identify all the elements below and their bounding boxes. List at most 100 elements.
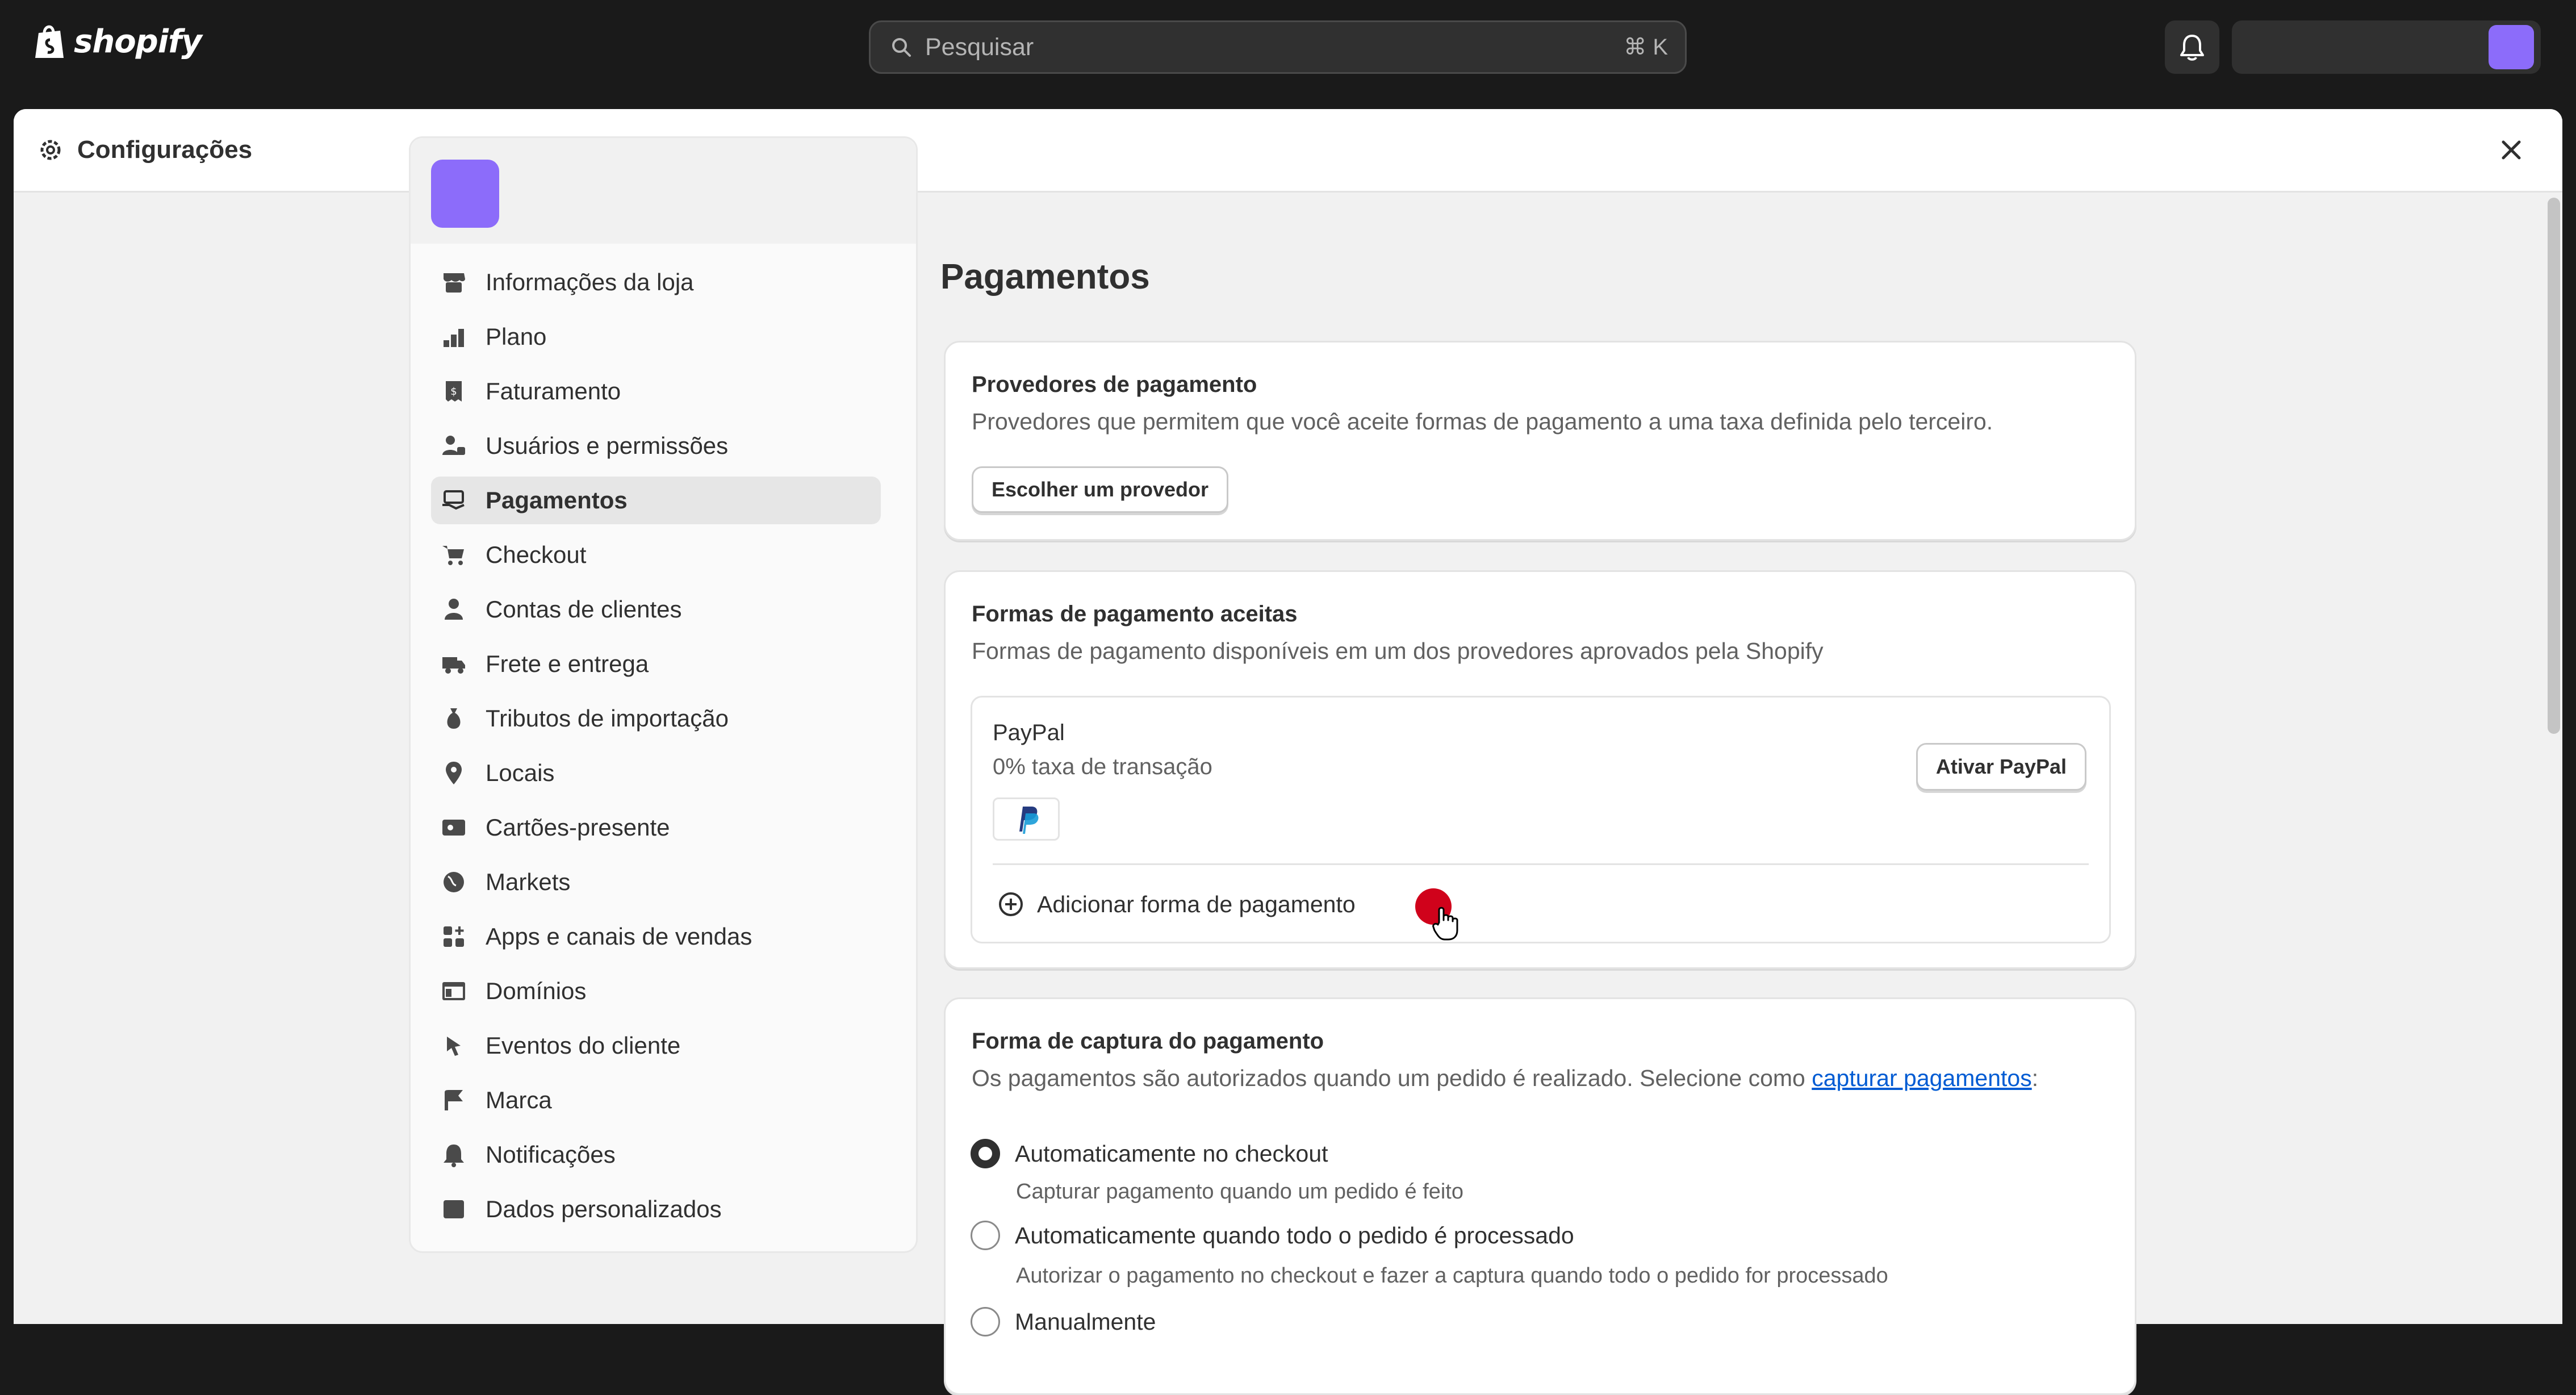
search-shortcut: ⌘ K [1624,35,1668,60]
add-payment-method-link[interactable]: Adicionar forma de pagamento [997,891,1356,918]
gift-card-icon [440,814,467,841]
sidebar-item-plan[interactable]: Plano [431,313,881,361]
sidebar-item-label: Eventos do cliente [486,1032,681,1059]
apps-icon [440,923,467,950]
sidebar-item-apps[interactable]: Apps e canais de vendas [431,913,881,960]
sidebar-item-locations[interactable]: Locais [431,749,881,797]
add-payment-method-label: Adicionar forma de pagamento [1037,891,1356,917]
sidebar-item-label: Locais [486,759,555,786]
sidebar-item-label: Markets [486,868,571,895]
bell-icon [440,1141,467,1168]
search-bar[interactable]: Pesquisar ⌘ K [869,20,1687,74]
radio-label: Automaticamente no checkout [1015,1140,1328,1167]
card-subtitle: Provedores que permitem que você aceite … [972,408,1993,435]
card-subtitle: Formas de pagamento disponíveis em um do… [972,638,1824,664]
choose-provider-button[interactable]: Escolher um provedor [972,466,1228,513]
hand-pointer-icon [1432,907,1458,941]
divider [993,863,2089,865]
users-icon [440,432,467,460]
svg-text:$: $ [450,386,457,398]
sidebar-item-label: Plano [486,323,547,350]
shopify-logo[interactable]: shopify [33,23,202,60]
search-placeholder: Pesquisar [925,33,1034,61]
sidebar-item-store-info[interactable]: Informações da loja [431,258,881,306]
page-title: Pagamentos [940,257,1150,296]
paypal-fee: 0% taxa de transação [993,754,1212,779]
cart-icon [440,541,467,569]
sidebar-item-label: Domínios [486,978,587,1004]
accepted-methods-card: Formas de pagamento aceitas Formas de pa… [944,570,2136,969]
logo-text: shopify [74,23,202,60]
sidebar-item-label: Checkout [486,541,587,568]
notifications-button[interactable] [2165,20,2219,74]
sidebar-item-label: Notificações [486,1141,616,1168]
store-avatar[interactable] [431,160,499,228]
sidebar-item-billing[interactable]: $ Faturamento [431,367,881,415]
sidebar-item-customer-accounts[interactable]: Contas de clientes [431,586,881,633]
card-title: Formas de pagamento aceitas [972,602,1298,627]
sidebar-item-label: Informações da loja [486,269,694,295]
card-title: Provedores de pagamento [972,372,1257,397]
settings-sidebar: Informações da loja Plano $ Faturamento … [409,136,918,1253]
close-icon[interactable] [2495,134,2527,166]
person-icon [440,596,467,623]
paypal-method-box: PayPal 0% taxa de transação Ativar PayPa… [971,696,2111,943]
cursor-events-icon [440,1032,467,1059]
sidebar-item-payments[interactable]: Pagamentos [431,477,881,524]
sidebar-item-checkout[interactable]: Checkout [431,531,881,579]
capture-option-auto-fulfilled[interactable]: Automaticamente quando todo o pedido é p… [971,1221,1574,1250]
payment-capture-card: Forma de captura do pagamento Os pagamen… [944,997,2136,1395]
capture-subtitle-suffix: : [2031,1065,2039,1091]
payments-icon [440,487,467,514]
radio-help-text: Capturar pagamento quando um pedido é fe… [1016,1180,1463,1204]
capture-payments-link[interactable]: capturar pagamentos [1812,1065,2031,1091]
sidebar-item-label: Dados personalizados [486,1196,722,1222]
domains-icon [440,978,467,1005]
sidebar-item-label: Marca [486,1087,552,1113]
sidebar-item-duties[interactable]: Tributos de importação [431,695,881,742]
radio-button[interactable] [971,1139,1000,1168]
top-bar: shopify Pesquisar ⌘ K [0,0,2576,95]
plan-icon [440,323,467,350]
store-icon [440,269,467,296]
radio-help-text: Autorizar o pagamento no checkout e faze… [1016,1264,1888,1288]
radio-label: Automaticamente quando todo o pedido é p… [1015,1222,1574,1248]
sidebar-item-brand[interactable]: Marca [431,1076,881,1124]
data-icon [440,1196,467,1223]
sidebar-item-custom-data[interactable]: Dados personalizados [431,1185,881,1233]
sidebar-item-label: Frete e entrega [486,650,649,677]
sidebar-item-domains[interactable]: Domínios [431,967,881,1015]
radio-button[interactable] [971,1221,1000,1250]
gear-icon [40,140,61,160]
sidebar-item-label: Usuários e permissões [486,432,729,459]
sidebar-item-markets[interactable]: Markets [431,858,881,906]
sidebar-item-shipping[interactable]: Frete e entrega [431,640,881,688]
scrollbar[interactable] [2548,198,2560,734]
radio-button[interactable] [971,1307,1000,1336]
brand-icon [440,1087,467,1114]
radio-label: Manualmente [1015,1308,1156,1335]
sidebar-item-label: Contas de clientes [486,596,682,623]
duties-icon [440,705,467,732]
search-icon [892,38,911,57]
modal-title: Configurações [77,136,253,164]
store-menu-button[interactable] [2232,20,2541,74]
card-title: Forma de captura do pagamento [972,1029,1324,1054]
sidebar-item-gift-cards[interactable]: Cartões-presente [431,804,881,851]
location-icon [440,759,467,787]
sidebar-item-customer-events[interactable]: Eventos do cliente [431,1022,881,1070]
card-subtitle: Os pagamentos são autorizados quando um … [972,1065,2038,1092]
paypal-name: PayPal [993,720,1065,745]
settings-nav: Informações da loja Plano $ Faturamento … [431,258,881,1240]
sidebar-item-users[interactable]: Usuários e permissões [431,422,881,470]
activate-paypal-button[interactable]: Ativar PayPal [1916,743,2086,791]
shopify-bag-icon [35,25,64,58]
capture-option-manual[interactable]: Manualmente [971,1307,1156,1336]
capture-subtitle-prefix: Os pagamentos são autorizados quando um … [972,1065,1812,1091]
modal-header: Configurações [14,109,2562,193]
globe-icon [440,868,467,896]
payment-providers-card: Provedores de pagamento Provedores que p… [944,341,2136,541]
capture-option-auto-checkout[interactable]: Automaticamente no checkout [971,1139,1328,1168]
sidebar-item-notifications[interactable]: Notificações [431,1131,881,1179]
sidebar-item-label: Faturamento [486,378,621,404]
